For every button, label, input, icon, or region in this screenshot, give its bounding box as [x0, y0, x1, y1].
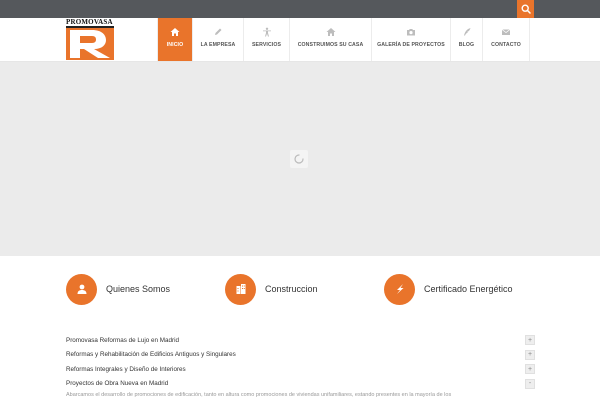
nav-item-inicio[interactable]: INICIO [157, 18, 192, 61]
accordion-toggle-icon[interactable]: + [525, 364, 535, 374]
loading-spinner-icon [294, 154, 304, 164]
envelope-icon [501, 29, 511, 35]
accordion-item-label: Reformas Integrales y Diseño de Interior… [66, 365, 186, 373]
logo[interactable]: PROMOVASA [66, 18, 116, 60]
camera-icon [407, 29, 415, 36]
nav-label: GALERÍA DE PROYECTOS [377, 42, 445, 48]
nav-item-construimos-su-casa[interactable]: CONSTRUIMOS SU CASA [289, 18, 371, 61]
feature-icon-circle [384, 273, 415, 305]
nav-label: INICIO [166, 42, 184, 48]
logo-mark-icon [66, 26, 114, 60]
nav-label: BLOG [458, 42, 475, 48]
accordion-item-label: Promovasa Reformas de Lujo en Madrid [66, 336, 180, 344]
user-icon [77, 284, 86, 294]
site-header: PROMOVASA INICIO LA EMPRESA SERVICIOS CO… [0, 18, 600, 62]
nav-item-servicios[interactable]: SERVICIOS [243, 18, 289, 61]
person-icon [262, 27, 271, 37]
main-nav: INICIO LA EMPRESA SERVICIOS CONSTRUIMOS … [157, 18, 530, 61]
accordion-item-body: Abarcamos el desarrollo de promociones d… [66, 392, 452, 398]
feature-construccion[interactable]: Construccion [225, 273, 318, 305]
accordion: Promovasa Reformas de Lujo en Madrid + R… [66, 333, 535, 391]
accordion-toggle-icon[interactable]: + [525, 335, 535, 345]
nav-item-contacto[interactable]: CONTACTO [482, 18, 530, 61]
nav-item-la-empresa[interactable]: LA EMPRESA [192, 18, 243, 61]
search-button[interactable] [517, 0, 534, 18]
house-icon [326, 28, 335, 36]
top-bar [0, 0, 600, 18]
pencil-icon [215, 28, 222, 35]
accordion-item[interactable]: Proyectos de Obra Nueva en Madrid - [66, 377, 535, 392]
nav-label: CONTACTO [491, 42, 521, 48]
accordion-item-label: Proyectos de Obra Nueva en Madrid [66, 380, 169, 388]
accordion-item[interactable]: Reformas Integrales y Diseño de Interior… [66, 362, 535, 377]
accordion-item[interactable]: Reformas y Rehabilitación de Edificios A… [66, 348, 535, 363]
page: PROMOVASA INICIO LA EMPRESA SERVICIOS CO… [0, 0, 600, 400]
nav-label: LA EMPRESA [200, 42, 236, 48]
nav-label: CONSTRUIMOS SU CASA [297, 42, 364, 48]
feature-title: Construccion [265, 284, 318, 294]
logo-text: PROMOVASA [66, 18, 113, 26]
nav-label: SERVICIOS [251, 42, 282, 48]
feature-quienes-somos[interactable]: Quienes Somos [66, 273, 170, 305]
home-icon [170, 28, 180, 36]
search-icon [520, 4, 531, 14]
feature-icon-circle [66, 273, 97, 305]
slider-loader [290, 150, 308, 168]
feature-certificado-energetico[interactable]: Certificado Energético [384, 273, 513, 305]
accordion-toggle-icon[interactable]: + [525, 349, 535, 360]
feature-icon-circle [225, 273, 256, 305]
quill-icon [463, 28, 470, 36]
building-icon [236, 284, 245, 294]
feature-title: Certificado Energético [424, 284, 513, 294]
accordion-toggle-icon[interactable]: - [525, 378, 535, 389]
accordion-item-label: Reformas y Rehabilitación de Edificios A… [66, 351, 236, 359]
nav-item-blog[interactable]: BLOG [450, 18, 482, 61]
lightning-icon [396, 284, 403, 294]
feature-title: Quienes Somos [106, 284, 171, 294]
accordion-item[interactable]: Promovasa Reformas de Lujo en Madrid + [66, 333, 535, 348]
nav-item-galeria-de-proyectos[interactable]: GALERÍA DE PROYECTOS [371, 18, 450, 61]
